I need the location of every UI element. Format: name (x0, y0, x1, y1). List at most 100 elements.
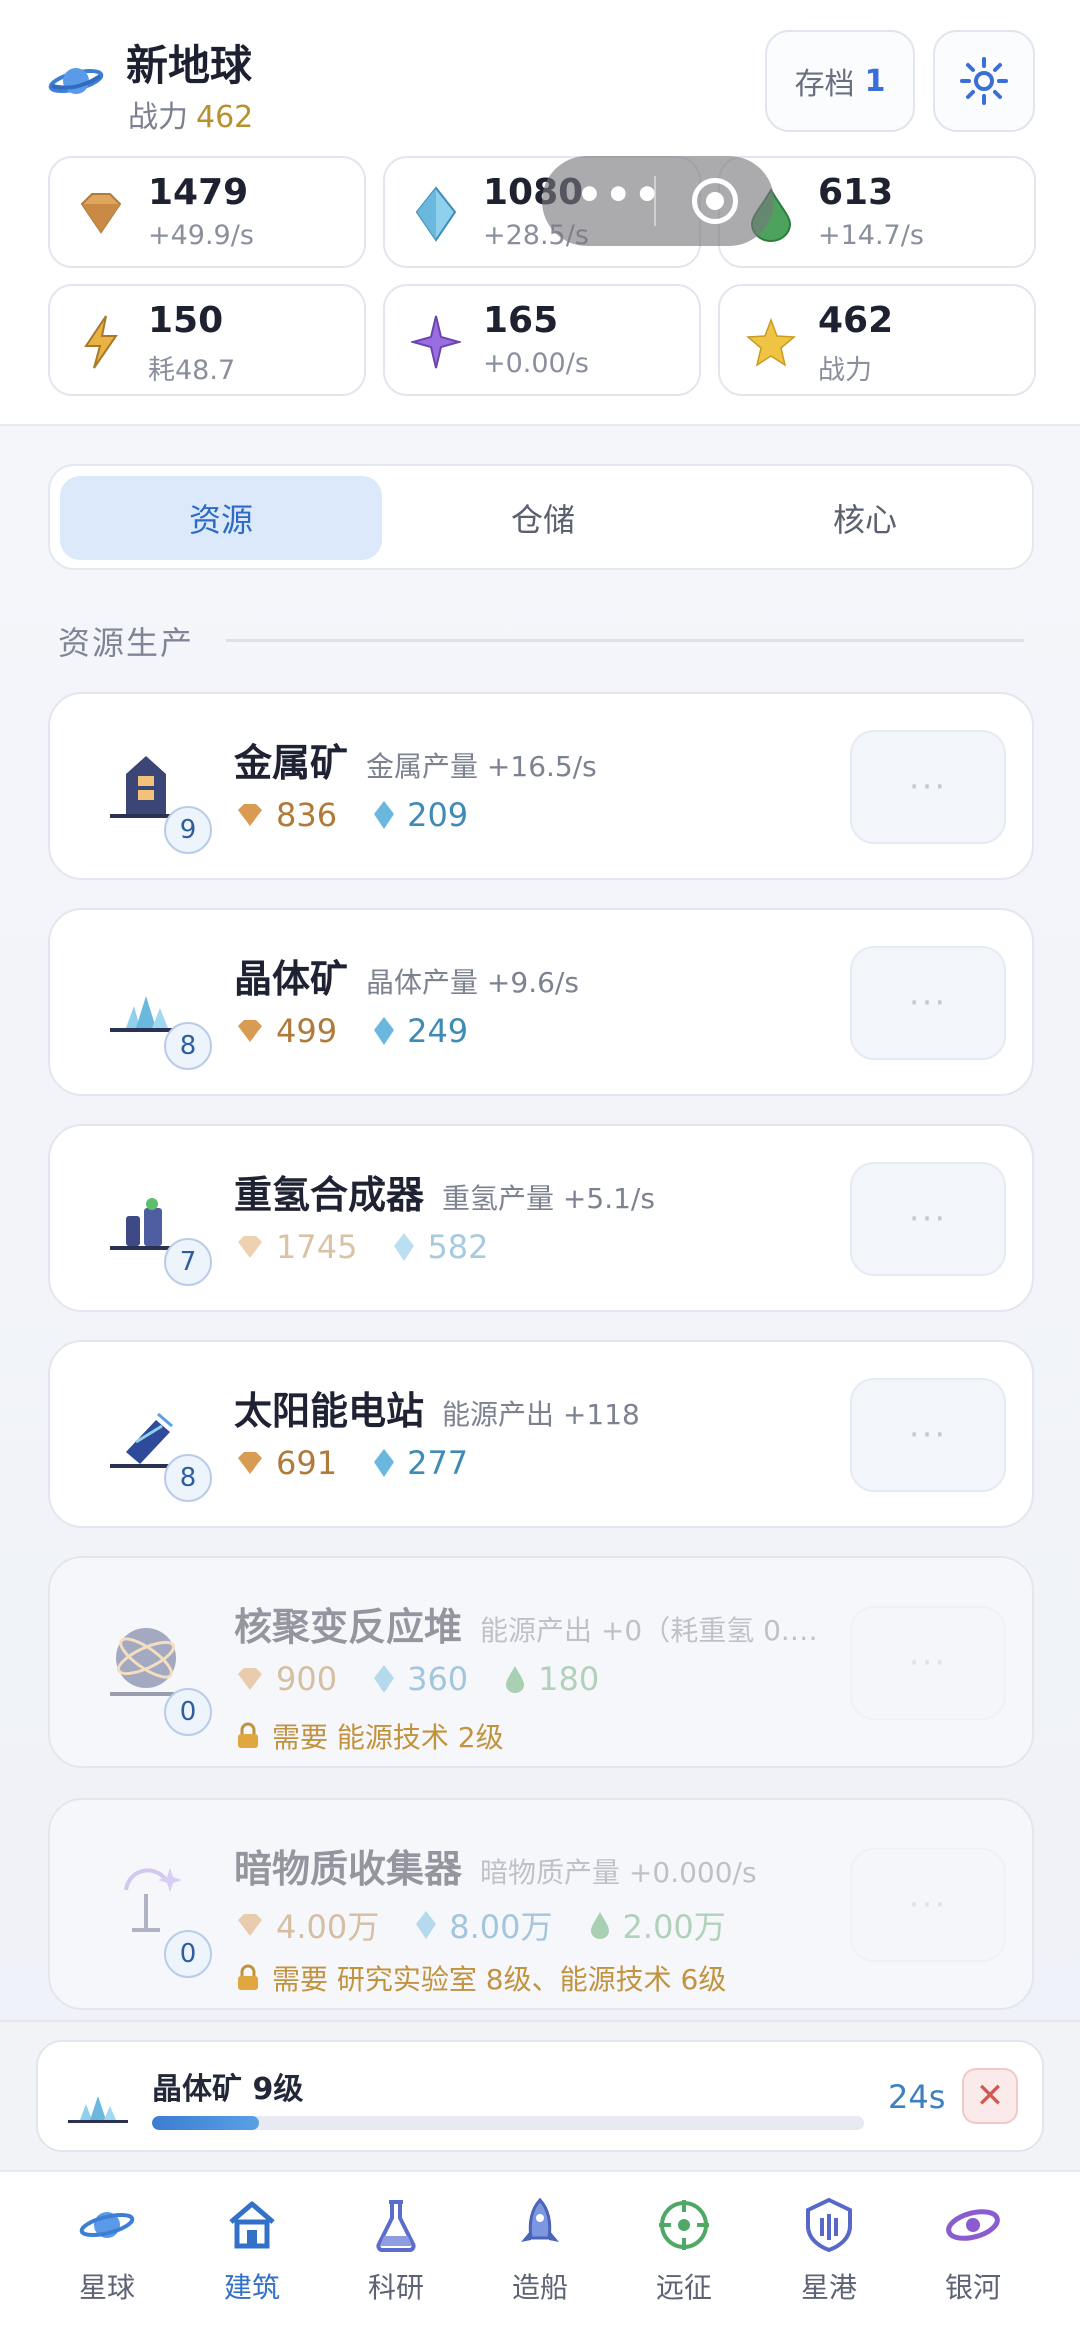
upgrade-button[interactable]: ··· (850, 730, 1006, 844)
cost-crystal: 249 (373, 1012, 468, 1050)
tab-storage[interactable]: 仓储 (382, 476, 704, 560)
planet-logo-icon (48, 68, 104, 94)
building-costs: 4.00万 8.00万 2.00万 (236, 1902, 762, 1948)
upgrade-button[interactable]: ··· (850, 1606, 1006, 1720)
building-costs: 836 209 (236, 796, 504, 834)
close-miniapp-icon[interactable] (692, 178, 738, 224)
resource-rate: +14.7/s (818, 220, 924, 251)
upgrade-button[interactable]: ··· (850, 946, 1006, 1060)
tab-core[interactable]: 核心 (704, 476, 1026, 560)
nav-planet[interactable]: 星球 (35, 2196, 179, 2316)
cost-metal: 1745 (236, 1228, 357, 1266)
cost-metal-value: 691 (276, 1444, 338, 1482)
rocket-icon (521, 2197, 559, 2242)
upgrade-button[interactable]: ··· (850, 1162, 1006, 1276)
cost-deuterium: 2.00万 (589, 1902, 726, 1948)
building-name: 暗物质收集器 暗物质产量 +0.000/s (234, 1838, 757, 1893)
level-badge: 9 (164, 806, 212, 854)
metal-icon (238, 1020, 262, 1042)
crystal-icon (416, 1911, 437, 1939)
nav-label: 建筑 (223, 2271, 280, 2304)
building-desc: 金属产量 +16.5/s (366, 750, 597, 783)
building-title: 核聚变反应堆 (234, 1605, 463, 1649)
building-card-solar-plant: 8 太阳能电站 能源产出 +118 691 277 ··· (48, 1340, 1034, 1528)
crosshair-icon (659, 2200, 709, 2250)
crystal-icon (394, 1233, 415, 1261)
metal-icon (238, 1668, 262, 1690)
build-queue-area: 晶体矿 9级 24s ✕ (0, 2020, 1080, 2170)
cost-metal-value: 900 (276, 1660, 338, 1698)
crystal-icon (415, 186, 457, 242)
galaxy-icon (946, 2209, 1000, 2241)
save-slot-button[interactable]: 存档 1 (765, 30, 915, 132)
queue-progress-fill (152, 2116, 259, 2130)
nav-expedition[interactable]: 远征 (612, 2196, 756, 2316)
resource-card-energy: 150 耗48.7 (48, 284, 366, 396)
resource-value: 613 (818, 172, 894, 213)
resource-rate: 耗48.7 (148, 355, 236, 386)
building-name: 金属矿 金属产量 +16.5/s (234, 732, 597, 787)
planet-name: 新地球 (126, 41, 253, 90)
nav-galaxy[interactable]: 银河 (901, 2196, 1045, 2316)
building-name: 重氢合成器 重氢产量 +5.1/s (234, 1164, 655, 1219)
resource-card-power: 462 战力 (718, 284, 1036, 396)
building-name: 晶体矿 晶体产量 +9.6/s (234, 948, 579, 1003)
energy-icon (84, 315, 118, 369)
cost-crystal: 582 (393, 1228, 489, 1266)
building-costs: 499 249 (236, 1012, 504, 1050)
nav-label: 科研 (367, 2271, 424, 2304)
capsule-divider (654, 176, 656, 226)
theme-toggle-button[interactable] (933, 30, 1035, 132)
bottom-navigation: 星球 建筑 科研 造船 远征 星港 银河 (0, 2170, 1080, 2351)
cost-deuterium-value: 2.00万 (622, 1908, 726, 1946)
dark-matter-icon (411, 315, 461, 369)
sun-icon (960, 57, 1008, 105)
crystal-icon (374, 801, 395, 829)
section-title: 资源生产 (58, 624, 195, 662)
section-divider (226, 639, 1024, 642)
nav-shipyard[interactable]: 造船 (468, 2196, 612, 2316)
building-costs: 900 360 180 (236, 1660, 635, 1698)
building-desc: 重氢产量 +5.1/s (442, 1182, 655, 1215)
nav-buildings[interactable]: 建筑 (180, 2196, 324, 2316)
crystal-icon (374, 1449, 395, 1477)
building-card-metal-mine: 9 金属矿 金属产量 +16.5/s 836 209 ··· (48, 692, 1034, 880)
building-title: 太阳能电站 (234, 1389, 425, 1433)
cost-metal-value: 836 (276, 796, 338, 834)
tab-resources[interactable]: 资源 (60, 476, 382, 560)
building-desc: 晶体产量 +9.6/s (366, 966, 579, 999)
lock-icon (238, 1722, 258, 1748)
miniapp-capsule: ••• (542, 156, 774, 246)
shield-icon (806, 2197, 852, 2253)
deuterium-icon (590, 1912, 609, 1939)
nav-research[interactable]: 科研 (324, 2196, 468, 2316)
cost-crystal: 277 (373, 1444, 468, 1482)
metal-icon (238, 1452, 262, 1474)
upgrade-button[interactable]: ··· (850, 1848, 1006, 1962)
cost-crystal-value: 209 (407, 796, 469, 834)
cost-crystal: 8.00万 (415, 1902, 553, 1948)
resource-card-metal: 1479 +49.9/s (48, 156, 366, 268)
deuterium-icon (506, 1666, 525, 1693)
cancel-build-button[interactable]: ✕ (962, 2068, 1018, 2124)
queue-progress-bar (152, 2116, 864, 2130)
level-badge: 0 (164, 1688, 212, 1736)
save-label: 存档 (794, 67, 855, 102)
power-display: 战力 462 (128, 92, 253, 136)
level-badge: 7 (164, 1238, 212, 1286)
resource-value: 462 (818, 300, 894, 341)
category-tabs: 资源 仓储 核心 (48, 464, 1034, 570)
cost-deuterium: 180 (504, 1660, 599, 1698)
resource-rate: 战力 (818, 355, 872, 386)
cost-crystal-value: 582 (427, 1228, 489, 1266)
more-menu-icon[interactable]: ••• (576, 170, 663, 219)
upgrade-button[interactable]: ··· (850, 1378, 1006, 1492)
nav-label: 星港 (800, 2271, 857, 2304)
nav-starport[interactable]: 星港 (757, 2196, 901, 2316)
building-desc: 暗物质产量 +0.000/s (480, 1856, 757, 1889)
building-desc: 能源产出 +0（耗重氢 0.… (480, 1614, 818, 1647)
cost-crystal-value: 249 (407, 1012, 469, 1050)
level-badge: 0 (164, 1930, 212, 1978)
resource-value: 1479 (148, 172, 249, 213)
nav-label: 远征 (655, 2271, 712, 2304)
